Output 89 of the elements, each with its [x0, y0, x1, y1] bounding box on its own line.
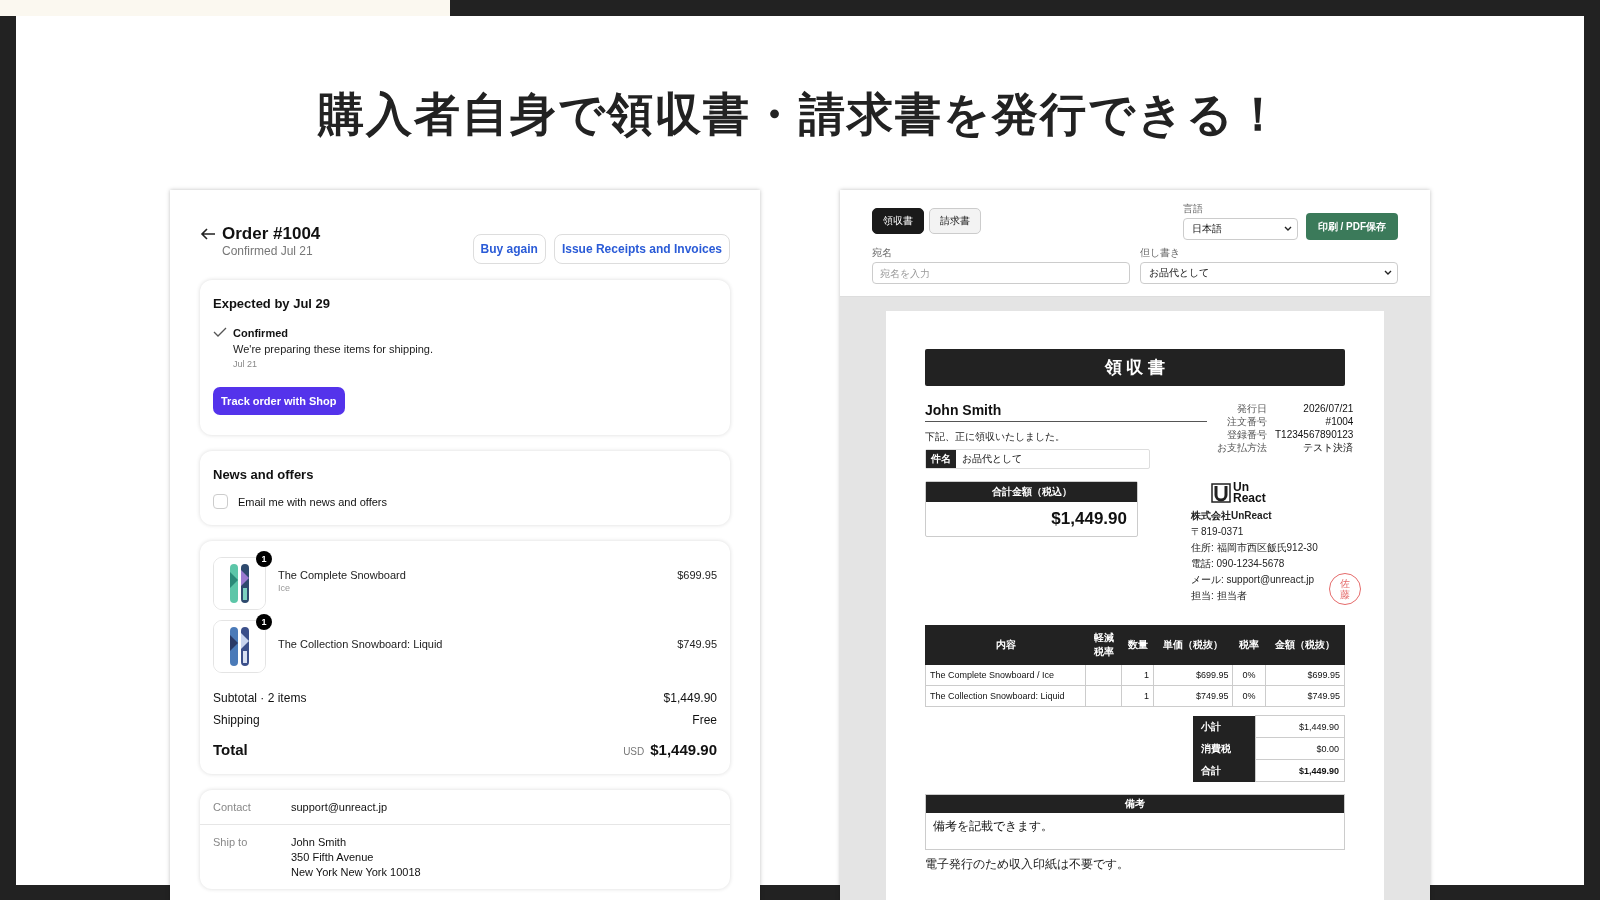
currency-code: USD	[623, 746, 645, 757]
receipt-statement: 下記、正に領収いたしました。	[925, 430, 1066, 444]
detail-label: Ship to	[213, 836, 249, 850]
field-label: 但し書き	[1140, 246, 1181, 260]
subject-field: 件名 お品代として	[925, 449, 1150, 469]
amount-box: 合計金額（税込） $1,449.90	[925, 481, 1138, 537]
card-heading: Expected by Jul 29	[213, 296, 332, 311]
column-header: 内容	[925, 625, 1086, 665]
table-cell: The Collection Snowboard: Liquid	[925, 685, 1086, 707]
company-name: 株式会社UnReact	[1191, 509, 1273, 523]
table-cell: $749.95	[1153, 685, 1233, 707]
product-price: $749.95	[677, 637, 717, 650]
document-tab[interactable]: 領収書	[872, 208, 924, 234]
meta-label: 登録番号	[1226, 428, 1267, 441]
meta-label: 注文番号	[1226, 415, 1267, 428]
table-cell: $699.95	[1265, 664, 1345, 686]
totals-label: 合計	[1193, 759, 1255, 782]
back-arrow-icon[interactable]	[200, 227, 216, 241]
totals-label: 消費税	[1193, 737, 1255, 760]
step-date: Jul 21	[233, 359, 259, 369]
proviso-select[interactable]: お品代として	[1140, 262, 1398, 284]
table-cell: The Complete Snowboard / Ice	[925, 664, 1086, 686]
language-select[interactable]: 日本語	[1182, 218, 1298, 240]
company-info: 〒819-0371	[1191, 525, 1245, 539]
print-button[interactable]: 印刷 / PDF保存	[1305, 213, 1398, 240]
company-logo: Un React	[1211, 482, 1345, 504]
caret-icon	[1384, 270, 1392, 276]
step-title: Confirmed	[233, 327, 289, 339]
quantity-badge: 1	[256, 551, 272, 567]
summary-label: Subtotal · 2 items	[213, 691, 307, 705]
totals-value: $1,449.90	[1255, 715, 1345, 738]
total-value: $1,449.90	[650, 741, 717, 758]
table-cell: 0%	[1233, 664, 1265, 686]
table-cell: $699.95	[1153, 664, 1233, 686]
company-info: 住所: 福岡市西区飯氏912-30	[1191, 541, 1319, 555]
meta-value: T1234567890123	[1275, 428, 1354, 441]
totals-value: $1,449.90	[1255, 759, 1345, 782]
totals-value: $0.00	[1255, 737, 1345, 760]
totals-label: 小計	[1193, 715, 1255, 738]
field-label: 言語	[1182, 202, 1204, 216]
column-header: 単価（税抜）	[1153, 625, 1233, 665]
meta-label: お支払方法	[1217, 441, 1267, 454]
table-cell: 0%	[1233, 685, 1265, 707]
card-heading: News and offers	[213, 467, 315, 482]
notes-text: 備考を記載できます。	[932, 818, 1054, 835]
action-button[interactable]: Issue Receipts and Invoices	[553, 234, 730, 264]
field-label: 宛名	[872, 246, 893, 260]
caret-icon	[1283, 226, 1292, 232]
product-name: The Complete Snowboard	[278, 569, 407, 581]
detail-value: John Smith	[291, 836, 348, 848]
checkbox-label: Email me with news and offers	[238, 495, 387, 508]
table-cell: 1	[1121, 685, 1154, 707]
column-header: 数量	[1121, 625, 1154, 665]
meta-label: 発行日	[1236, 402, 1267, 415]
step-text: We're preparing these items for shipping.	[233, 343, 433, 355]
detail-value: 350 Fifth Avenue	[291, 851, 375, 863]
column-header: 金額（税抜）	[1265, 625, 1345, 665]
order-subtitle: Confirmed Jul 21	[222, 244, 314, 258]
meta-value: テスト決済	[1302, 441, 1354, 454]
meta-value: 2026/07/21	[1302, 402, 1354, 415]
total-label: Total	[213, 741, 248, 758]
recipient-field[interactable]: 宛名を入力	[872, 262, 1130, 284]
summary-label: Shipping	[213, 713, 260, 727]
action-button[interactable]: Buy again	[472, 234, 546, 264]
summary-value: $1,449.90	[663, 691, 717, 705]
summary-value: Free	[692, 713, 717, 727]
table-cell: $749.95	[1265, 685, 1345, 707]
company-info: メール: support@unreact.jp	[1191, 573, 1315, 587]
document-title: 領 収 書	[925, 349, 1345, 386]
meta-value: #1004	[1324, 415, 1354, 428]
order-title: Order #1004	[222, 224, 321, 244]
product-price: $699.95	[677, 568, 717, 581]
column-header: 税率	[1233, 625, 1265, 665]
product-name: The Collection Snowboard: Liquid	[278, 638, 444, 650]
track-order-button[interactable]: Track order with Shop	[213, 387, 345, 415]
document-tab[interactable]: 請求書	[929, 208, 981, 234]
notes-heading: 備考	[926, 795, 1344, 813]
quantity-badge: 1	[256, 614, 272, 630]
product-variant: Ice	[278, 583, 291, 593]
footnote: 電子発行のため収入印紙は不要です。	[925, 856, 1130, 873]
table-cell: 1	[1121, 664, 1154, 686]
company-info: 電話: 090-1234-5678	[1191, 557, 1286, 571]
detail-label: Contact	[213, 801, 252, 813]
recipient-name: John Smith	[925, 402, 1207, 422]
detail-value: support@unreact.jp	[291, 801, 388, 813]
column-header: 軽減税率	[1085, 625, 1122, 665]
detail-value: New York New York 10018	[291, 866, 421, 878]
headline: 購入者自身で領収書・請求書を発行できる！	[317, 87, 1283, 142]
checkbox[interactable]	[213, 494, 228, 509]
